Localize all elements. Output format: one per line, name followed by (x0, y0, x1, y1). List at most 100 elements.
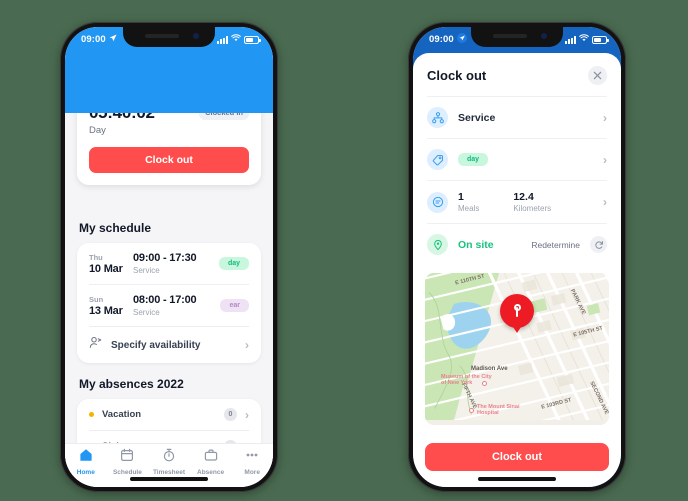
wifi-icon (231, 34, 241, 45)
schedule-section: My schedule Thu 10 Mar 09:00 - 17:30 Ser… (65, 221, 273, 363)
speaker-grill (145, 34, 179, 38)
refresh-icon[interactable] (590, 236, 607, 253)
schedule-time: 08:00 - 17:00 (133, 294, 197, 306)
specify-availability-row[interactable]: Specify availability › (77, 327, 261, 363)
front-camera (193, 33, 199, 39)
chat-icon (427, 191, 448, 213)
location-arrow-icon (109, 34, 117, 45)
schedule-service: Service (133, 266, 160, 275)
clock-out-button[interactable]: Clock out (89, 147, 249, 173)
status-badge: Clocked in (199, 113, 249, 120)
sheet-title: Clock out (427, 68, 487, 83)
front-camera (541, 33, 547, 39)
battery-icon (592, 35, 609, 44)
location-map[interactable]: E 110TH ST PARK AVE SECOND AVE E 105TH S… (425, 273, 609, 425)
timer-card: 05:40:02 Day Clocked in Clock out (77, 113, 261, 185)
wifi-icon (579, 34, 589, 45)
schedule-daymonth: 13 Mar (89, 304, 123, 317)
table-row[interactable]: Thu 10 Mar 09:00 - 17:30 Service day (77, 243, 261, 284)
phone-left-screen: 09:00 Day Clock out My schedule Thu 10 M… (65, 27, 273, 487)
tab-label: Timesheet (152, 468, 185, 476)
chevron-right-icon: › (603, 195, 607, 209)
absences-section: My absences 2022 Vacation 0 › (65, 377, 273, 443)
list-item[interactable]: Sick 0 › (77, 431, 261, 443)
chevron-right-icon: › (603, 152, 607, 167)
onsite-label: On site (458, 238, 494, 251)
phone-right-screen: 09:00 Clock out Service › day › 1 Meals … (413, 27, 621, 487)
clock-out-sheet: Clock out Service › day › 1 Meals 12.4 K… (413, 53, 621, 487)
chevron-right-icon: › (245, 338, 249, 352)
poi-marker (469, 408, 474, 413)
status-bar-left-group: 09:00 (429, 33, 467, 46)
service-row[interactable]: Service › (413, 97, 621, 138)
schedule-card: Thu 10 Mar 09:00 - 17:30 Service day Sun… (77, 243, 261, 363)
location-row: On site Redetermine (413, 224, 621, 265)
schedule-date: Sun 13 Mar (89, 295, 123, 317)
location-arrow-badge-icon (456, 33, 467, 46)
redetermine-label[interactable]: Redetermine (531, 240, 580, 250)
map-poi-label: The Mount Sinai Hospital (477, 404, 520, 417)
tab-timesheet[interactable]: Timesheet (148, 444, 190, 479)
tab-home[interactable]: Home (65, 444, 107, 479)
home-indicator[interactable] (478, 477, 556, 481)
tab-label: More (244, 468, 260, 476)
schedule-time: 09:00 - 17:30 (133, 252, 197, 264)
absence-name: Vacation (102, 409, 142, 420)
schedule-tag: ear (220, 299, 249, 312)
service-label: Service (458, 111, 496, 124)
briefcase-icon (204, 448, 218, 467)
map-pin-icon (427, 234, 448, 255)
timer-info: 05:40:02 Day (89, 113, 155, 136)
ellipsis-icon (245, 448, 259, 467)
clock-out-button[interactable]: Clock out (425, 443, 609, 471)
cellular-signal-icon (565, 35, 576, 44)
notch (123, 27, 215, 47)
tag-row[interactable]: day › (413, 139, 621, 180)
phone-right: 09:00 Clock out Service › day › 1 Meals … (408, 22, 626, 492)
status-time: 09:00 (429, 34, 454, 45)
table-row[interactable]: Sun 13 Mar 08:00 - 17:00 Service ear (77, 285, 261, 326)
kilometers-label: Kilometers (513, 204, 552, 213)
schedule-dow: Thu (89, 252, 103, 262)
tag-icon (427, 149, 448, 170)
battery-icon (244, 35, 261, 44)
calendar-icon (120, 448, 134, 467)
timer-row: 05:40:02 Day Clocked in (89, 113, 249, 136)
schedule-details: 09:00 - 17:30 Service (133, 252, 209, 275)
list-item[interactable]: Vacation 0 › (77, 399, 261, 430)
shift-type-label: Day (89, 125, 106, 136)
schedule-details: 08:00 - 17:00 Service (133, 294, 210, 317)
tab-absence[interactable]: Absence (190, 444, 232, 479)
status-bar-right-group (565, 34, 609, 45)
absences-title: My absences 2022 (79, 377, 184, 391)
chevron-right-icon: › (245, 407, 249, 422)
map-marker-icon[interactable] (500, 293, 534, 328)
map-address-label: Madison Ave (471, 366, 508, 372)
tab-more[interactable]: More (231, 444, 273, 479)
stopwatch-icon (162, 448, 176, 467)
status-bar-left-group: 09:00 (81, 34, 117, 45)
notch (471, 27, 563, 47)
absences-card: Vacation 0 › Sick 0 › (77, 399, 261, 443)
user-clock-icon (89, 336, 102, 354)
status-time: 09:00 (81, 34, 106, 45)
vacation-dot-icon (89, 412, 94, 417)
status-bar-right-group (217, 34, 261, 45)
close-button[interactable] (588, 66, 607, 85)
elapsed-time: 05:40:02 (89, 113, 155, 123)
tab-schedule[interactable]: Schedule (107, 444, 149, 479)
home-screen: 09:00 Day Clock out My schedule Thu 10 M… (65, 27, 273, 487)
chevron-right-icon: › (603, 110, 607, 125)
sheet-header: Clock out (413, 53, 621, 96)
meals-label: Meals (458, 204, 480, 213)
metrics-row[interactable]: 1 Meals 12.4 Kilometers › (413, 181, 621, 223)
home-indicator[interactable] (130, 477, 208, 481)
phone-left: 09:00 Day Clock out My schedule Thu 10 M… (60, 22, 278, 492)
schedule-dow: Sun (89, 294, 104, 304)
map-poi-label: Museum of the City of New York (441, 374, 492, 387)
home-scroll-area[interactable]: 05:40:02 Day Clocked in Clock out My sch… (65, 113, 273, 443)
clockout-screen: 09:00 Clock out Service › day › 1 Meals … (413, 27, 621, 487)
specify-availability-label: Specify availability (111, 339, 201, 351)
speaker-grill (493, 34, 527, 38)
schedule-date: Thu 10 Mar (89, 253, 123, 275)
